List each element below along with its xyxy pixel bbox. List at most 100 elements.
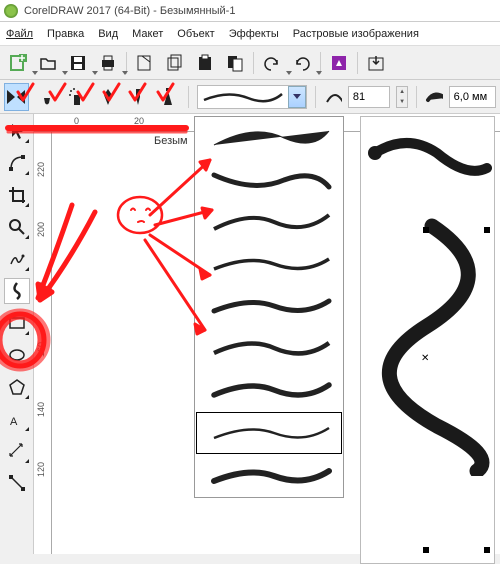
- tool-polygon[interactable]: [4, 374, 30, 400]
- ruler-vertical[interactable]: 220 200 180 160 140 120: [34, 132, 52, 554]
- undo-button[interactable]: [258, 49, 286, 77]
- mode-preset[interactable]: [4, 83, 29, 111]
- menu-view[interactable]: Вид: [98, 28, 118, 40]
- menu-bitmaps[interactable]: Растровые изображения: [293, 28, 419, 40]
- window-title: CorelDRAW 2017 (64-Bit) - Безымянный-1: [24, 5, 235, 17]
- freehand-smoothing-input[interactable]: 81: [348, 86, 390, 108]
- undo-icon: [263, 54, 281, 72]
- pen-icon: [131, 87, 145, 107]
- redo-icon: [293, 54, 311, 72]
- preset-item-7[interactable]: [195, 369, 343, 411]
- preset-item-4[interactable]: [195, 243, 343, 285]
- preset-dropdown-button[interactable]: [288, 86, 306, 108]
- preset-preview: [198, 88, 288, 106]
- smoothing-spinner[interactable]: ▲▼: [396, 86, 408, 108]
- import-icon: [367, 54, 385, 72]
- tool-freehand[interactable]: [4, 246, 30, 272]
- ellipse-icon: [8, 346, 26, 364]
- freehand-icon: [8, 250, 26, 268]
- selection-center: ✕: [421, 353, 429, 364]
- tool-parallel-dimension[interactable]: [4, 438, 30, 464]
- save-icon: [69, 54, 87, 72]
- width-tool-icon: [425, 86, 443, 108]
- tool-text[interactable]: A: [4, 406, 30, 432]
- tool-artistic-media[interactable]: [4, 278, 30, 304]
- menu-object[interactable]: Объект: [177, 28, 214, 40]
- preset-item-8[interactable]: [196, 412, 342, 454]
- tool-ellipse[interactable]: [4, 342, 30, 368]
- text-icon: A: [8, 410, 26, 428]
- stroke-width-input[interactable]: 6,0 мм: [449, 86, 496, 108]
- cut-icon: [136, 54, 154, 72]
- tool-pick[interactable]: [4, 118, 30, 144]
- shape-icon: [8, 154, 26, 172]
- copy-icon: [166, 54, 184, 72]
- mode-sprayer[interactable]: [65, 83, 89, 111]
- standard-toolbar: [0, 46, 500, 80]
- mode-brush[interactable]: [35, 83, 59, 111]
- zoom-icon: [8, 218, 26, 236]
- expression-icon: [160, 87, 176, 107]
- launch-icon: [330, 54, 348, 72]
- import-button[interactable]: [362, 49, 390, 77]
- brush-icon: [40, 87, 54, 107]
- canvas-preview: ✕: [360, 116, 495, 564]
- preset-item-1[interactable]: [195, 117, 343, 159]
- paste-icon: [196, 54, 214, 72]
- preview-stroke-2: [367, 216, 492, 476]
- clipboard-button[interactable]: [221, 49, 249, 77]
- work-area: A 0 20 220 200 180 160 140 120 Безым: [0, 114, 500, 554]
- property-bar: 81 ▲▼ 6,0 мм: [0, 80, 500, 114]
- preset-item-9[interactable]: [195, 455, 343, 497]
- app-icon: [4, 4, 18, 18]
- mode-calligraphic[interactable]: [95, 83, 119, 111]
- preset-item-2[interactable]: [195, 159, 343, 201]
- preset-stroke-list[interactable]: [194, 116, 344, 498]
- cut-button[interactable]: [131, 49, 159, 77]
- copy-button[interactable]: [161, 49, 189, 77]
- sprayer-icon: [68, 87, 86, 107]
- menu-layout[interactable]: Макет: [132, 28, 163, 40]
- svg-text:A: A: [10, 416, 18, 428]
- open-icon: [39, 54, 57, 72]
- calligraphic-icon: [101, 87, 115, 107]
- preset-item-5[interactable]: [195, 285, 343, 327]
- print-icon: [99, 54, 117, 72]
- title-bar: CorelDRAW 2017 (64-Bit) - Безымянный-1: [0, 0, 500, 22]
- tool-zoom[interactable]: [4, 214, 30, 240]
- menu-effects[interactable]: Эффекты: [229, 28, 279, 40]
- smoothing-icon: [324, 86, 342, 108]
- menu-bar: Файл Правка Вид Макет Объект Эффекты Рас…: [0, 22, 500, 46]
- chevron-down-icon: [293, 94, 301, 100]
- tool-crop[interactable]: [4, 182, 30, 208]
- toolbox: A: [0, 114, 34, 554]
- open-button[interactable]: [34, 49, 62, 77]
- pick-icon: [9, 122, 25, 140]
- new-button[interactable]: [4, 49, 32, 77]
- menu-file[interactable]: Файл: [6, 28, 33, 40]
- connector-icon: [8, 474, 26, 492]
- polygon-icon: [8, 378, 26, 396]
- dimension-icon: [8, 442, 26, 460]
- paste-button[interactable]: [191, 49, 219, 77]
- preset-item-6[interactable]: [195, 327, 343, 369]
- print-button[interactable]: [94, 49, 122, 77]
- mode-pressure[interactable]: [126, 83, 150, 111]
- tool-shape[interactable]: [4, 150, 30, 176]
- crop-icon: [8, 186, 26, 204]
- preset-stroke-combo[interactable]: [197, 85, 307, 109]
- document-tab[interactable]: Безым: [150, 134, 192, 148]
- redo-button[interactable]: [288, 49, 316, 77]
- bowtie-icon: [5, 88, 27, 106]
- artistic-media-icon: [8, 281, 26, 301]
- mode-expression[interactable]: [156, 83, 180, 111]
- preset-item-3[interactable]: [195, 201, 343, 243]
- preview-stroke-1: [367, 123, 492, 203]
- menu-edit[interactable]: Правка: [47, 28, 84, 40]
- tool-rectangle[interactable]: [4, 310, 30, 336]
- rectangle-icon: [8, 314, 26, 332]
- tool-connector[interactable]: [4, 470, 30, 496]
- save-button[interactable]: [64, 49, 92, 77]
- clipboard-icon: [226, 54, 244, 72]
- launch-button[interactable]: [325, 49, 353, 77]
